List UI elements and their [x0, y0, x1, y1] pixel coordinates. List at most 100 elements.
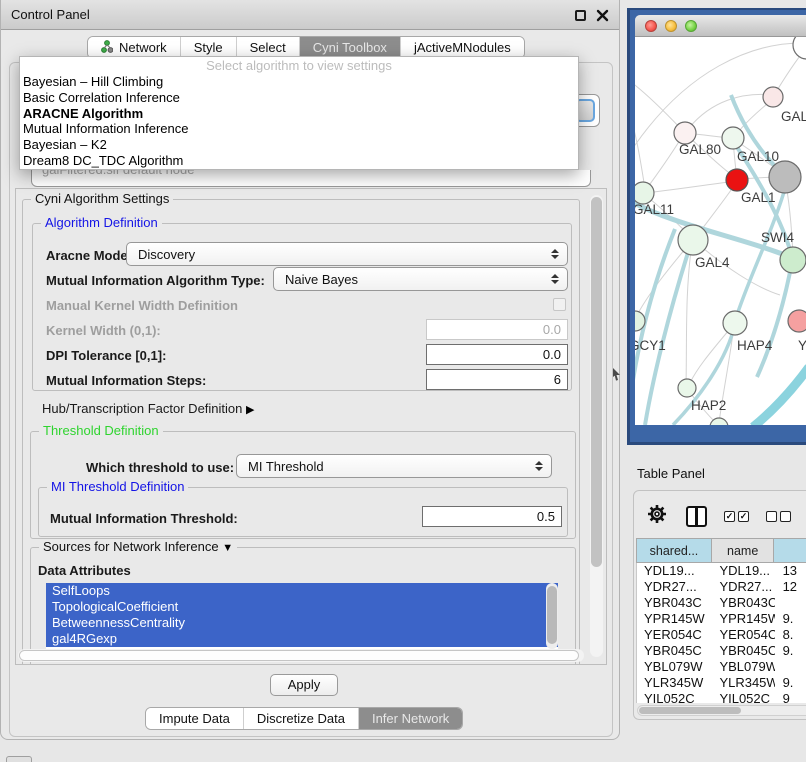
table-row[interactable]: YLR345W YLR345W 9.: [637, 675, 806, 691]
algorithm-option[interactable]: Bayesian – K2: [20, 137, 578, 153]
data-attributes-list: SelfLoopsTopologicalCoefficientBetweenne…: [46, 583, 558, 649]
node-hap2[interactable]: [678, 379, 696, 397]
table-row[interactable]: YBR043C YBR043C: [637, 595, 806, 611]
network-view-window: GAL GAL80 GAL10 GAL1 GAL11 SWI4 GAL4 GCY…: [627, 8, 806, 445]
network-canvas[interactable]: GAL GAL80 GAL10 GAL1 GAL11 SWI4 GAL4 GCY…: [635, 37, 806, 425]
mi-threshold-label: Mutual Information Threshold:: [50, 511, 238, 526]
table-row[interactable]: YPR145W YPR145W 9.: [637, 611, 806, 627]
table-row[interactable]: YBR045C YBR045C 9.: [637, 643, 806, 659]
node-label: Y: [798, 338, 806, 353]
tab-network[interactable]: Network: [88, 37, 181, 58]
table-row[interactable]: YBL079W YBL079W: [637, 659, 806, 675]
tab-infer-network[interactable]: Infer Network: [359, 708, 462, 729]
table-horizontal-scrollbar[interactable]: [637, 705, 806, 716]
which-threshold-combo[interactable]: MI Threshold: [236, 454, 552, 478]
close-icon[interactable]: [596, 9, 609, 22]
mi-threshold-input[interactable]: [422, 506, 562, 527]
algorithm-option[interactable]: Mutual Information Inference: [20, 121, 578, 137]
screen: Control Panel Network Style Select Cyni …: [0, 0, 806, 762]
node-gal11[interactable]: [635, 182, 654, 204]
settings-vertical-scrollbar[interactable]: [590, 195, 603, 657]
attribute-item[interactable]: SelfLoops: [46, 583, 558, 599]
attribute-item[interactable]: gal4RGexp: [46, 631, 558, 647]
network-window-titlebar[interactable]: [635, 15, 806, 37]
dpi-tolerance-input[interactable]: [426, 344, 568, 365]
corner-button-partial[interactable]: [6, 756, 32, 762]
tab-jactivemnodules[interactable]: jActiveMNodules: [401, 37, 524, 58]
hub-definition-toggle[interactable]: Hub/Transcription Factor Definition ▶: [42, 401, 254, 416]
mi-steps-input[interactable]: [426, 369, 568, 390]
node-gal1-selected[interactable]: [726, 169, 748, 191]
settings-horizontal-scrollbar[interactable]: [18, 649, 584, 662]
select-all-checks-icon[interactable]: ✓✓: [724, 511, 749, 522]
algorithm-dropdown-popup: Select algorithm to view settings Bayesi…: [19, 56, 579, 170]
table-source-combo-fragment[interactable]: galFiltered.sif default node: [31, 170, 591, 187]
table-row[interactable]: YIL052C YIL052C 9: [637, 691, 806, 703]
column-header-shared-name[interactable]: shared...: [636, 538, 712, 563]
algorithm-option[interactable]: Bayesian – Hill Climbing: [20, 74, 578, 90]
node-gal-partial[interactable]: [763, 87, 783, 107]
node-label: GAL80: [679, 142, 721, 157]
column-header-partial[interactable]: [774, 538, 806, 563]
columns-icon[interactable]: [686, 506, 707, 527]
tab-cyni-toolbox[interactable]: Cyni Toolbox: [300, 37, 401, 58]
mouse-cursor: [612, 368, 622, 386]
attribute-item[interactable]: BetweennessCentrality: [46, 615, 558, 631]
chevron-down-icon: ▼: [222, 542, 233, 554]
minimize-traffic-light[interactable]: [665, 20, 677, 32]
mi-type-combo[interactable]: Naive Bayes: [273, 267, 568, 291]
tab-style[interactable]: Style: [181, 37, 237, 58]
gear-icon[interactable]: [646, 503, 668, 530]
dpi-tolerance-label: DPI Tolerance [0,1]:: [46, 348, 166, 363]
node-gal4[interactable]: [678, 225, 708, 255]
mi-threshold-legend: MI Threshold Definition: [47, 479, 188, 494]
attribute-list-scrollbar[interactable]: [546, 583, 558, 649]
sources-legend[interactable]: Sources for Network Inference ▼: [39, 539, 237, 554]
algorithm-dropdown-placeholder: Select algorithm to view settings: [20, 57, 578, 74]
node-gray[interactable]: [769, 161, 801, 193]
apply-button[interactable]: Apply: [270, 674, 338, 696]
attribute-item[interactable]: TopologicalCoefficient: [46, 599, 558, 615]
control-panel-window: Control Panel Network Style Select Cyni …: [0, 0, 620, 740]
kernel-width-input[interactable]: [426, 319, 568, 340]
node-label: GAL10: [737, 149, 779, 164]
table-row[interactable]: YDR27... YDR27... 12: [637, 579, 806, 595]
table-panel-title: Table Panel: [637, 466, 705, 481]
bottom-tabbar: Impute Data Discretize Data Infer Networ…: [145, 707, 463, 730]
aracne-mode-combo[interactable]: Discovery: [126, 242, 568, 266]
tab-impute-data[interactable]: Impute Data: [146, 708, 244, 729]
node-partial-top[interactable]: [793, 37, 806, 59]
combo-arrows-icon: [535, 461, 543, 471]
table-panel-toolbar: ✓✓: [642, 503, 806, 529]
which-threshold-value: MI Threshold: [248, 459, 324, 474]
tab-discretize-data[interactable]: Discretize Data: [244, 708, 359, 729]
combo-arrows-icon: [551, 274, 559, 284]
deselect-all-checks-icon[interactable]: [766, 511, 791, 522]
algorithm-option[interactable]: Dream8 DC_TDC Algorithm: [20, 153, 578, 169]
node-swi4[interactable]: [780, 247, 806, 273]
zoom-traffic-light[interactable]: [685, 20, 697, 32]
node-gal10[interactable]: [722, 127, 744, 149]
tab-select[interactable]: Select: [237, 37, 300, 58]
aracne-mode-value: Discovery: [138, 247, 195, 262]
node-label: HAP4: [737, 338, 773, 353]
node-hap4[interactable]: [723, 311, 747, 335]
manual-kernel-checkbox[interactable]: [553, 298, 566, 311]
table-row[interactable]: YER054C YER054C 8.: [637, 627, 806, 643]
table-row[interactable]: YDL19... YDL19... 13: [637, 563, 806, 579]
column-header-name[interactable]: name: [712, 538, 774, 563]
control-panel-titlebar[interactable]: Control Panel: [1, 0, 619, 30]
node-label: GAL1: [741, 190, 776, 205]
float-window-icon[interactable]: [575, 10, 586, 21]
node-gal80[interactable]: [674, 122, 696, 144]
algorithm-option[interactable]: ARACNE Algorithm: [20, 106, 578, 122]
close-traffic-light[interactable]: [645, 20, 657, 32]
aracne-mode-label: Aracne Mode:: [46, 248, 132, 263]
node-label: GAL4: [695, 255, 730, 270]
algorithm-option[interactable]: Basic Correlation Inference: [20, 90, 578, 106]
table-header: shared... name: [636, 538, 806, 563]
node-label: SWI4: [761, 230, 794, 245]
mi-steps-label: Mutual Information Steps:: [46, 373, 206, 388]
node-y-partial[interactable]: [788, 310, 806, 332]
algorithm-definition-legend: Algorithm Definition: [41, 215, 162, 230]
